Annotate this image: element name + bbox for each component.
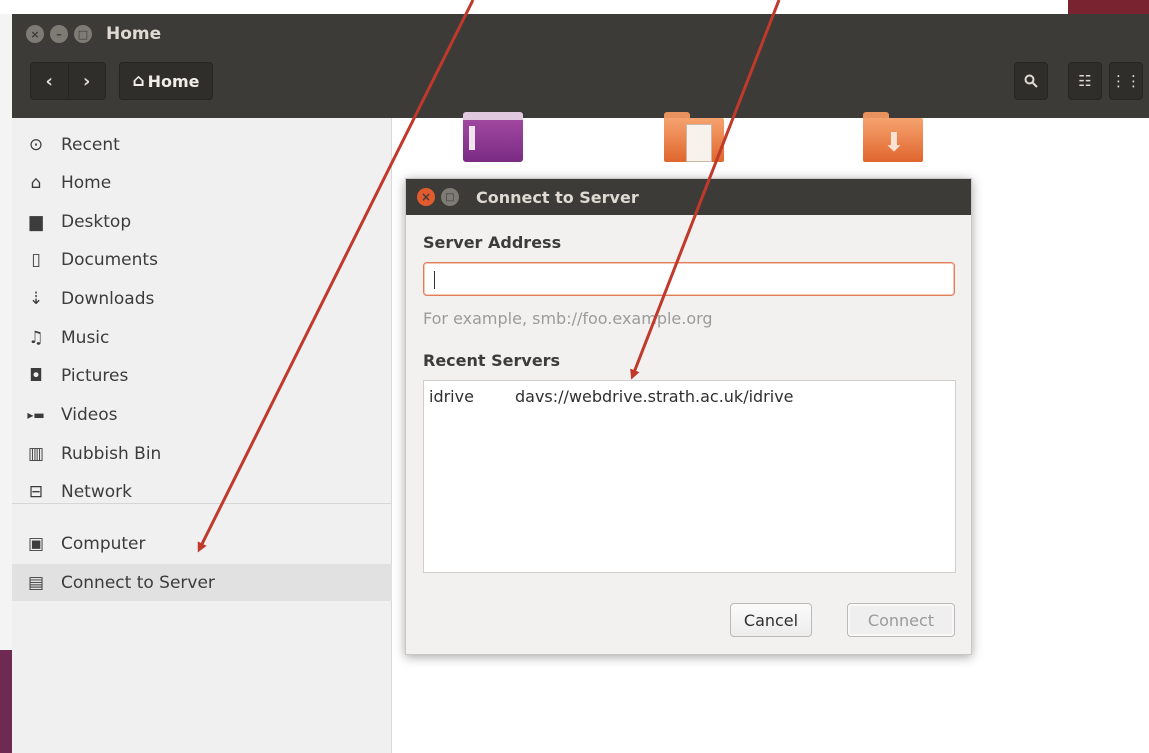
- back-button[interactable]: ‹: [31, 63, 68, 99]
- computer-icon: ▣: [27, 533, 45, 554]
- sidebar-item-downloads[interactable]: ⇣ Downloads: [12, 280, 392, 317]
- grid-view-icon: ⋮⋮: [1111, 72, 1141, 90]
- dialog-close-button[interactable]: ×: [417, 188, 435, 206]
- places-sidebar: ⊙ Recent ⌂ Home ▆ Desktop ▯ Documents ⇣ Downl…: [12, 118, 392, 753]
- camera-icon: ◘: [29, 365, 43, 386]
- folder-icon: ▆: [29, 211, 43, 232]
- sidebar-item-desktop[interactable]: ▆ Desktop: [12, 203, 392, 240]
- sidebar-item-label: Connect to Server: [61, 572, 215, 593]
- grid-view-button[interactable]: ⋮⋮: [1109, 62, 1143, 100]
- recent-server-url: davs://webdrive.strath.ac.uk/idrive: [515, 386, 794, 406]
- sidebar-item-network[interactable]: ⊟ Network: [12, 473, 392, 510]
- downloads-folder-icon[interactable]: ⬇: [863, 112, 923, 162]
- home-icon: ⌂: [132, 71, 145, 91]
- path-home-label: Home: [147, 71, 200, 91]
- list-view-button[interactable]: ☷: [1068, 62, 1102, 100]
- toolbar: ‹ › ⌂ Home ☷ ⋮⋮: [12, 54, 1149, 118]
- sidebar-item-label: Music: [61, 327, 110, 348]
- recent-servers-label: Recent Servers: [423, 351, 561, 370]
- dialog-minimize-button[interactable]: □: [441, 188, 459, 206]
- window-titlebar: × – □ Home: [12, 14, 1149, 54]
- recent-server-name: idrive: [429, 386, 474, 406]
- desktop-wallpaper: [0, 650, 12, 753]
- document-icon: ▯: [31, 249, 41, 270]
- home-icon: ⌂: [30, 172, 42, 193]
- window-title: Home: [106, 24, 162, 44]
- dialog-titlebar: × □ Connect to Server: [406, 179, 971, 215]
- sidebar-divider: [12, 503, 392, 504]
- server-address-label: Server Address: [423, 233, 562, 252]
- sidebar-item-label: Recent: [61, 134, 120, 155]
- sidebar-item-label: Network: [61, 481, 132, 502]
- minimize-window-button[interactable]: –: [50, 25, 68, 43]
- templates-folder-icon[interactable]: [664, 112, 724, 162]
- desktop-window-edge: [1068, 0, 1149, 14]
- sidebar-item-videos[interactable]: ▸▬ Videos: [12, 396, 392, 433]
- server-address-hint: For example, smb://foo.example.org: [423, 309, 713, 328]
- close-icon: ×: [420, 190, 432, 204]
- sidebar-item-home[interactable]: ⌂ Home: [12, 164, 392, 201]
- close-window-button[interactable]: ×: [26, 25, 44, 43]
- connect-button[interactable]: Connect: [847, 603, 955, 637]
- minimize-icon: □: [445, 191, 455, 203]
- network-icon: ⊟: [28, 481, 44, 502]
- video-icon: ▸▬: [27, 407, 45, 422]
- text-caret: [434, 271, 435, 289]
- sidebar-item-rubbish-bin[interactable]: ▥ Rubbish Bin: [12, 435, 392, 472]
- trash-icon: ▥: [27, 443, 45, 464]
- path-home-button[interactable]: ⌂ Home: [119, 62, 213, 100]
- navigation-buttons: ‹ ›: [30, 62, 106, 100]
- sidebar-item-label: Rubbish Bin: [61, 443, 162, 464]
- search-icon: [1024, 74, 1038, 88]
- recent-icon: ⊙: [28, 134, 44, 155]
- forward-button[interactable]: ›: [67, 63, 106, 99]
- recent-server-row[interactable]: idrive davs://webdrive.strath.ac.uk/idri…: [424, 381, 955, 411]
- sidebar-item-label: Documents: [61, 249, 158, 270]
- chevron-left-icon: ‹: [45, 70, 53, 92]
- sidebar-item-label: Videos: [61, 404, 118, 425]
- list-view-icon: ☷: [1078, 72, 1092, 90]
- sidebar-item-recent[interactable]: ⊙ Recent: [12, 126, 392, 163]
- sidebar-item-documents[interactable]: ▯ Documents: [12, 241, 392, 278]
- music-icon: ♫: [28, 327, 44, 348]
- sidebar-item-label: Home: [61, 172, 112, 193]
- chevron-right-icon: ›: [83, 70, 91, 92]
- cancel-button[interactable]: Cancel: [730, 603, 812, 637]
- application-folder-icon[interactable]: [463, 112, 523, 162]
- sidebar-item-connect-to-server[interactable]: ▤ Connect to Server: [12, 564, 392, 601]
- maximize-window-button[interactable]: □: [74, 25, 92, 43]
- connect-to-server-dialog: × □ Connect to Server Server Address For…: [405, 178, 972, 655]
- sidebar-item-label: Desktop: [61, 211, 132, 232]
- recent-servers-list[interactable]: idrive davs://webdrive.strath.ac.uk/idri…: [423, 380, 956, 573]
- sidebar-item-computer[interactable]: ▣ Computer: [12, 525, 392, 562]
- sidebar-item-label: Pictures: [61, 365, 129, 386]
- server-address-input[interactable]: [423, 262, 955, 296]
- dialog-title: Connect to Server: [476, 187, 639, 207]
- download-icon: ⇣: [28, 288, 44, 309]
- sidebar-item-label: Computer: [61, 533, 146, 554]
- server-icon: ▤: [27, 572, 45, 593]
- sidebar-item-label: Downloads: [61, 288, 155, 309]
- desktop-top-strip: [0, 0, 1149, 14]
- search-button[interactable]: [1014, 62, 1048, 100]
- desktop-background: [0, 0, 12, 753]
- sidebar-item-music[interactable]: ♫ Music: [12, 319, 392, 356]
- sidebar-item-pictures[interactable]: ◘ Pictures: [12, 357, 392, 394]
